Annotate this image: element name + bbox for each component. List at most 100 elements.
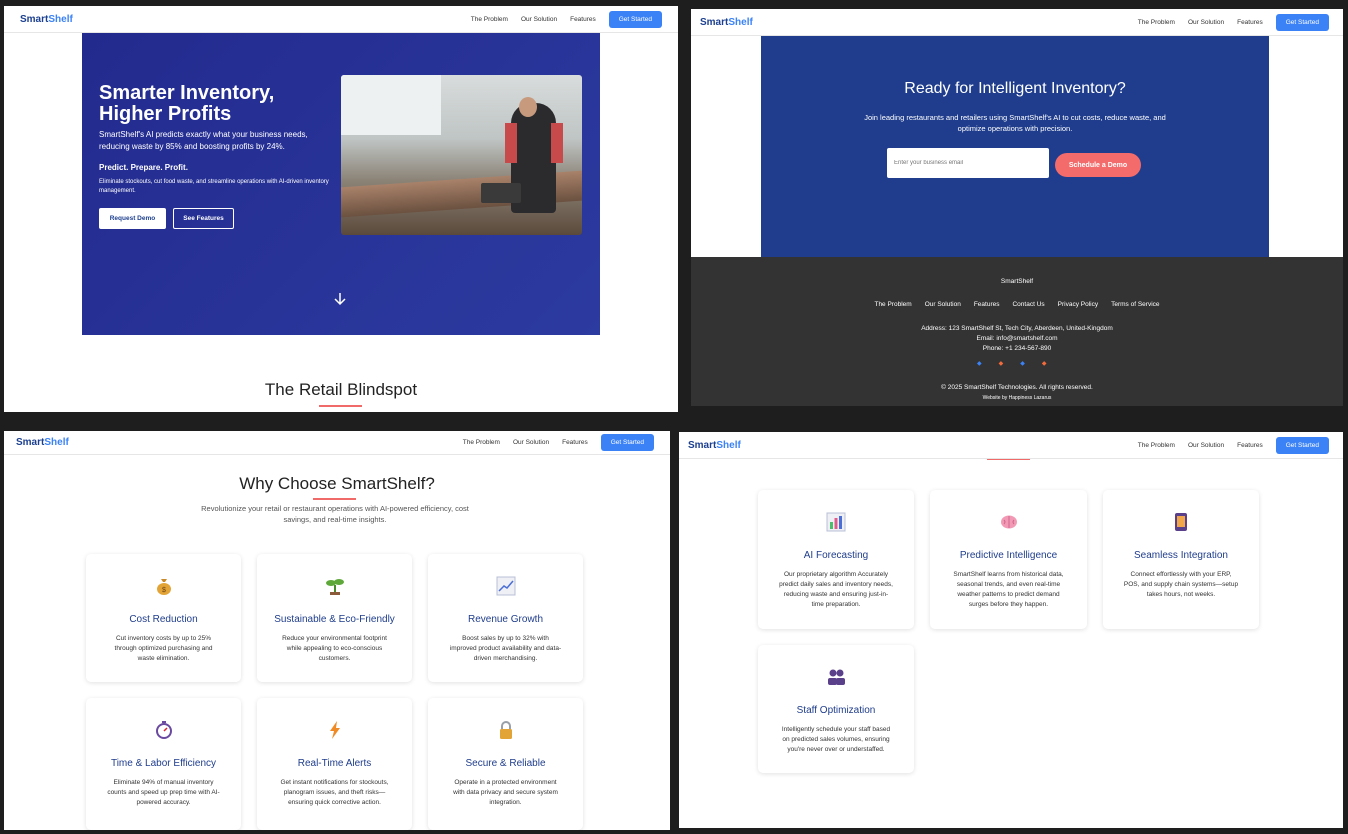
footer-link-features[interactable]: Features — [974, 301, 1000, 308]
card-desc: Get instant notifications for stockouts,… — [280, 779, 389, 806]
logo-accent-text: Shelf — [48, 13, 73, 25]
feature-card: Staff Optimization Intelligently schedul… — [758, 645, 914, 773]
nav-link-problem[interactable]: The Problem — [1138, 19, 1175, 26]
get-started-button[interactable]: Get Started — [1275, 13, 1329, 31]
card-desc: Connect effortlessly with your ERP, POS,… — [1123, 571, 1239, 598]
card-title: Cost Reduction — [129, 614, 198, 625]
cta-section: Ready for Intelligent Inventory? Join le… — [761, 36, 1269, 257]
cta-footer-screenshot-panel: SmartShelf The Problem Our Solution Feat… — [691, 9, 1343, 406]
card-desc: Intelligently schedule your staff based … — [781, 726, 891, 753]
benefit-card: Time & Labor Efficiency Eliminate 94% of… — [86, 698, 241, 830]
nav-link-features[interactable]: Features — [570, 16, 596, 23]
nav-link-problem[interactable]: The Problem — [471, 16, 508, 23]
navbar: SmartShelf The Problem Our Solution Feat… — [691, 9, 1343, 36]
feature-card: Predictive Intelligence SmartShelf learn… — [930, 490, 1087, 629]
get-started-button[interactable]: Get Started — [600, 434, 654, 451]
get-started-button[interactable]: Get Started — [608, 10, 662, 28]
footer-address: Address: 123 SmartShelf St, Tech City, A… — [921, 325, 1113, 332]
footer-phone: Phone: +1 234-567-890 — [982, 345, 1052, 352]
card-title: Secure & Reliable — [465, 758, 546, 769]
card-desc: SmartShelf learns from historical data, … — [953, 571, 1064, 608]
logo[interactable]: SmartShelf — [688, 440, 741, 451]
see-features-button[interactable]: See Features — [173, 208, 234, 229]
brain-icon — [930, 512, 1087, 537]
hero-title: Smarter Inventory, Higher Profits — [99, 82, 275, 125]
navbar: SmartShelf The Problem Our Solution Feat… — [4, 6, 678, 33]
nav-link-problem[interactable]: The Problem — [463, 439, 500, 446]
hero-screenshot-panel: SmartShelf The Problem Our Solution Feat… — [4, 6, 678, 412]
features-screenshot-panel: SmartShelf The Problem Our Solution Feat… — [679, 432, 1343, 828]
footer-link-terms[interactable]: Terms of Service — [1111, 301, 1159, 308]
footer-credit[interactable]: Website by Happiness Lazarus — [691, 395, 1343, 401]
logo-main-text: Smart — [688, 439, 717, 451]
hero-image — [341, 75, 582, 235]
card-title: Revenue Growth — [467, 614, 544, 625]
why-title: Why Choose SmartShelf? — [239, 474, 435, 493]
card-title: AI Forecasting — [803, 550, 869, 561]
arrow-down-icon[interactable] — [333, 292, 347, 309]
nav-link-features[interactable]: Features — [1237, 442, 1263, 449]
nav-link-features[interactable]: Features — [1237, 19, 1263, 26]
twitter-icon[interactable]: ◆ — [999, 360, 1004, 367]
nav-link-solution[interactable]: Our Solution — [1188, 19, 1224, 26]
logo[interactable]: SmartShelf — [700, 17, 753, 28]
nav-link-solution[interactable]: Our Solution — [513, 439, 549, 446]
logo-main-text: Smart — [16, 437, 45, 448]
nav-link-problem[interactable]: The Problem — [1138, 442, 1175, 449]
card-desc: Cut inventory costs by up to 25% through… — [114, 635, 213, 662]
hero-section: Smarter Inventory, Higher Profits SmartS… — [82, 33, 600, 335]
card-desc: Operate in a protected environment with … — [453, 779, 558, 806]
get-started-button[interactable]: Get Started — [1275, 436, 1329, 454]
card-desc: Our proprietary algorithm Accurately pre… — [779, 571, 893, 608]
linkedin-icon[interactable]: ◆ — [1020, 360, 1025, 367]
benefit-card: $ Cost Reduction Cut inventory costs by … — [86, 554, 241, 682]
footer-links: The Problem Our Solution Features Contac… — [691, 301, 1343, 308]
why-subtitle: Revolutionize your retail or restaurant … — [201, 504, 469, 524]
cta-title: Ready for Intelligent Inventory? — [904, 80, 1126, 97]
bar-chart-icon — [758, 512, 914, 537]
title-underline — [313, 498, 356, 500]
nav-link-features[interactable]: Features — [562, 439, 588, 446]
footer-link-contact[interactable]: Contact Us — [1012, 301, 1044, 308]
chart-up-icon — [428, 576, 583, 601]
facebook-icon[interactable]: ◆ — [977, 360, 982, 367]
logo[interactable]: SmartShelf — [20, 14, 73, 25]
navbar: SmartShelf The Problem Our Solution Feat… — [679, 432, 1343, 459]
nav-link-solution[interactable]: Our Solution — [1188, 442, 1224, 449]
email-field[interactable] — [887, 148, 1049, 178]
feature-card: AI Forecasting Our proprietary algorithm… — [758, 490, 914, 629]
hero-subtitle: SmartShelf's AI predicts exactly what yo… — [99, 130, 308, 151]
footer-brand: SmartShelf — [1000, 278, 1034, 285]
feature-card: Seamless Integration Connect effortlessl… — [1103, 490, 1259, 629]
people-icon — [758, 667, 914, 692]
logo-accent-text: Shelf — [728, 16, 753, 28]
footer-link-problem[interactable]: The Problem — [874, 301, 911, 308]
lightning-icon — [257, 720, 412, 745]
title-underline — [319, 405, 362, 407]
footer-link-solution[interactable]: Our Solution — [925, 301, 961, 308]
card-desc: Boost sales by up to 32% with improved p… — [449, 635, 562, 662]
card-title: Real-Time Alerts — [297, 758, 372, 769]
card-title: Sustainable & Eco-Friendly — [274, 614, 395, 625]
card-title: Staff Optimization — [796, 705, 876, 716]
schedule-demo-button[interactable]: Schedule a Demo — [1055, 153, 1141, 177]
logo-accent-text: Shelf — [44, 437, 69, 448]
request-demo-button[interactable]: Request Demo — [99, 208, 166, 229]
card-title: Predictive Intelligence — [959, 550, 1058, 561]
hero-description: Eliminate stockouts, cut food waste, and… — [99, 179, 329, 194]
card-title: Seamless Integration — [1134, 550, 1228, 561]
footer-link-privacy[interactable]: Privacy Policy — [1058, 301, 1098, 308]
logo[interactable]: SmartShelf — [16, 437, 69, 448]
nav-link-solution[interactable]: Our Solution — [521, 16, 557, 23]
logo-accent-text: Shelf — [716, 439, 741, 451]
logo-main-text: Smart — [700, 16, 729, 28]
instagram-icon[interactable]: ◆ — [1042, 360, 1047, 367]
card-desc: Reduce your environmental footprint whil… — [282, 635, 387, 662]
benefit-card: Secure & Reliable Operate in a protected… — [428, 698, 583, 830]
lock-icon — [428, 720, 583, 745]
navbar: SmartShelf The Problem Our Solution Feat… — [4, 431, 670, 455]
card-desc: Eliminate 94% of manual inventory counts… — [107, 779, 220, 806]
problem-section-title: The Retail Blindspot — [264, 380, 418, 399]
benefit-card: Sustainable & Eco-Friendly Reduce your e… — [257, 554, 412, 682]
footer: SmartShelf The Problem Our Solution Feat… — [691, 257, 1343, 406]
